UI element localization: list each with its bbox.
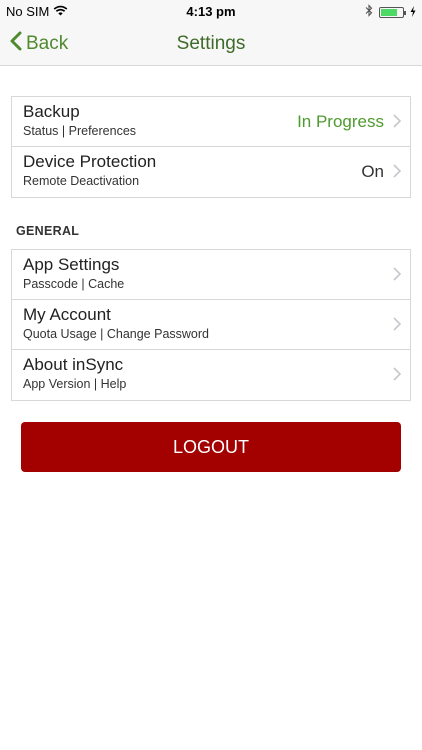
backup-title: Backup bbox=[23, 102, 80, 121]
backup-status: In Progress bbox=[297, 112, 384, 131]
chevron-right-icon bbox=[393, 317, 402, 336]
page-title: Settings bbox=[176, 33, 246, 54]
chevron-right-icon bbox=[393, 114, 402, 133]
device-protection-title: Device Protection bbox=[23, 152, 157, 171]
device-protection-status: On bbox=[361, 162, 384, 181]
chevron-right-icon bbox=[393, 267, 402, 286]
app-settings-title: App Settings bbox=[23, 255, 120, 274]
about-subtitle: App Version | Help bbox=[23, 377, 127, 391]
status-bar: No SIM 4:13 pm bbox=[0, 0, 422, 22]
device-protection-row[interactable]: Device Protection Remote Deactivation On bbox=[12, 147, 410, 197]
bluetooth-icon bbox=[365, 4, 373, 20]
settings-group-general: App Settings Passcode | Cache My Account… bbox=[11, 249, 411, 401]
backup-row[interactable]: Backup Status | Preferences In Progress bbox=[12, 97, 410, 147]
app-settings-subtitle: Passcode | Cache bbox=[23, 277, 125, 291]
section-header-general: GENERAL bbox=[16, 224, 80, 238]
logout-button[interactable]: LOGOUT bbox=[21, 422, 401, 472]
navigation-bar: Back Settings bbox=[0, 22, 422, 66]
charging-icon bbox=[410, 5, 416, 20]
my-account-row[interactable]: My Account Quota Usage | Change Password bbox=[12, 300, 410, 350]
about-title: About inSync bbox=[23, 355, 124, 374]
my-account-title: My Account bbox=[23, 305, 111, 324]
status-right bbox=[365, 4, 416, 20]
chevron-right-icon bbox=[393, 367, 402, 386]
about-row[interactable]: About inSync App Version | Help bbox=[12, 350, 410, 400]
chevron-right-icon bbox=[393, 164, 402, 183]
backup-subtitle: Status | Preferences bbox=[23, 124, 137, 138]
settings-group-primary: Backup Status | Preferences In Progress … bbox=[11, 96, 411, 198]
battery-icon bbox=[379, 6, 406, 18]
status-time: 4:13 pm bbox=[186, 4, 236, 19]
my-account-subtitle: Quota Usage | Change Password bbox=[23, 327, 209, 341]
device-protection-subtitle: Remote Deactivation bbox=[23, 174, 140, 188]
battery-fill bbox=[381, 8, 398, 16]
app-settings-row[interactable]: App Settings Passcode | Cache bbox=[12, 250, 410, 300]
